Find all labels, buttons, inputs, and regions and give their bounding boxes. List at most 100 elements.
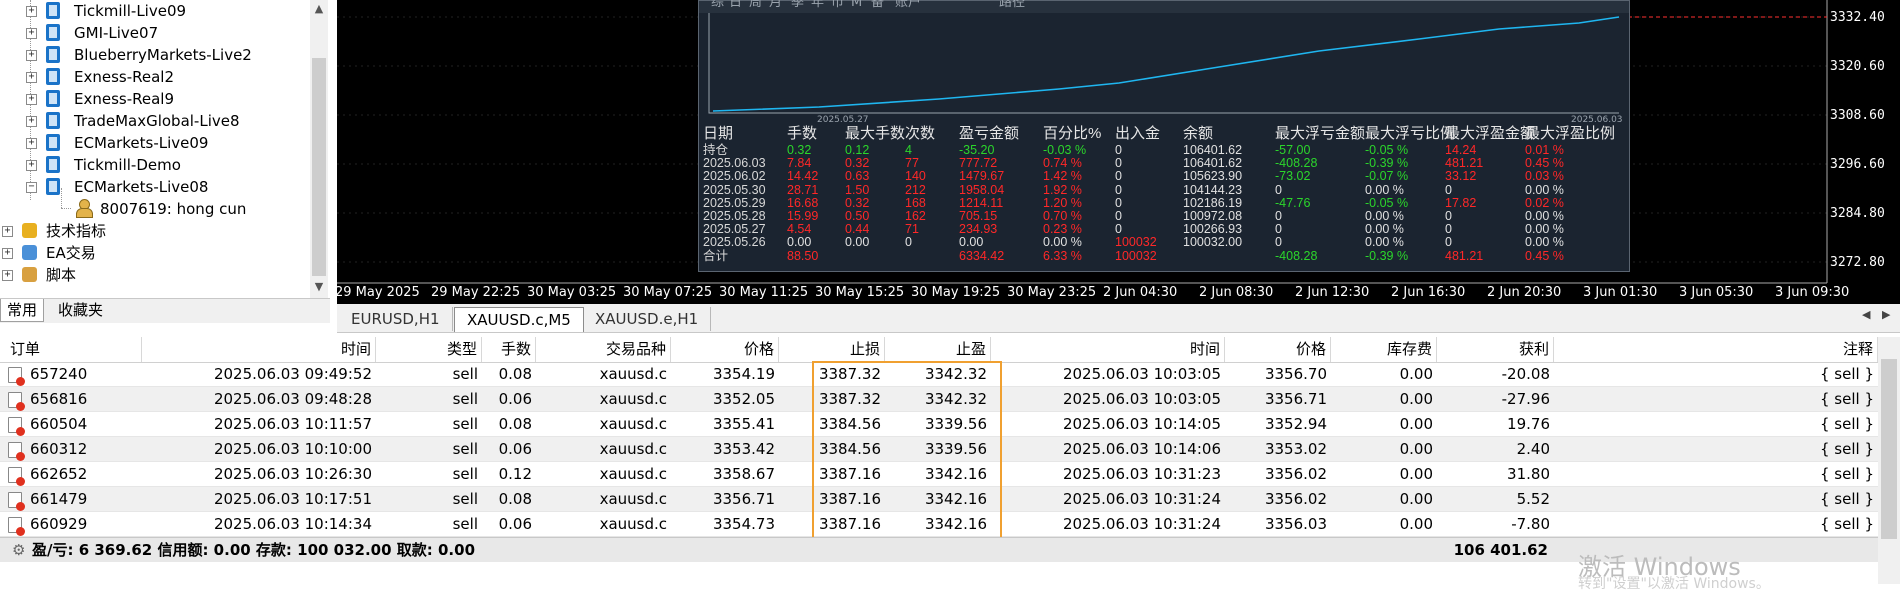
- account-node[interactable]: + Tickmill-Live09: [0, 0, 300, 22]
- expand-icon[interactable]: +: [26, 116, 37, 127]
- expand-icon[interactable]: +: [26, 160, 37, 171]
- report-tab[interactable]: 周: [749, 0, 762, 9]
- report-tab[interactable]: 季: [791, 0, 804, 9]
- report-cell: -408.28: [1275, 248, 1318, 263]
- time-tick: 3 Jun 09:30: [1775, 285, 1850, 300]
- report-cell: 104144.23: [1183, 182, 1243, 197]
- expand-icon[interactable]: +: [26, 50, 37, 61]
- report-header-cell: 次数: [905, 125, 936, 142]
- report-cell: 1.20 %: [1043, 195, 1082, 210]
- table-cell: 660312: [30, 440, 88, 458]
- collapse-icon[interactable]: −: [26, 182, 37, 193]
- login-label: 8007619: hong cun: [100, 200, 247, 218]
- section-node[interactable]: + 技术指标: [0, 220, 300, 242]
- report-tab[interactable]: 年: [811, 0, 824, 9]
- table-row[interactable]: 660504 2025.06.03 10:11:57 sell 0.08 xauusd.…: [0, 412, 1878, 437]
- column-header[interactable]: 价格: [671, 337, 779, 362]
- account-label: Exness-Real2: [74, 68, 175, 86]
- column-header[interactable]: 时间: [142, 337, 376, 362]
- report-cell: 0: [1275, 182, 1282, 197]
- column-header[interactable]: 止盈: [885, 337, 991, 362]
- tab-favorites[interactable]: 收藏夹: [52, 299, 109, 321]
- column-header[interactable]: 订单: [0, 337, 142, 362]
- tab-right-icon[interactable]: ▶: [1882, 308, 1890, 321]
- account-node[interactable]: + BlueberryMarkets-Live2: [0, 44, 300, 66]
- column-header[interactable]: 手数: [482, 337, 536, 362]
- report-tab[interactable]: 备: [871, 0, 884, 9]
- report-cell: 0.00 %: [1525, 222, 1564, 237]
- expand-icon[interactable]: +: [2, 226, 13, 237]
- column-header[interactable]: 获利: [1437, 337, 1554, 362]
- section-node[interactable]: + 脚本: [0, 264, 300, 286]
- login-node[interactable]: 8007619: hong cun: [0, 198, 300, 220]
- report-cell: 106401.62: [1183, 156, 1243, 171]
- report-cell: 0.00: [959, 235, 984, 250]
- report-tab[interactable]: 日: [729, 0, 742, 9]
- account-node[interactable]: − ECMarkets-Live08: [0, 176, 300, 198]
- account-node[interactable]: + GMI-Live07: [0, 22, 300, 44]
- account-node[interactable]: + TradeMaxGlobal-Live8: [0, 110, 300, 132]
- table-cell: 3342.32: [924, 390, 987, 408]
- table-cell: 3356.71: [712, 490, 775, 508]
- report-tab[interactable]: 路径: [999, 0, 1025, 9]
- table-cell: sell: [452, 390, 478, 408]
- column-header[interactable]: 库存费: [1331, 337, 1437, 362]
- chart-tab-eurusd[interactable]: EURUSD,H1: [339, 307, 453, 331]
- expand-icon[interactable]: +: [2, 248, 13, 259]
- expand-icon[interactable]: +: [26, 72, 37, 83]
- table-row[interactable]: 660929 2025.06.03 10:14:34 sell 0.06 xauusd.…: [0, 512, 1878, 537]
- report-tab[interactable]: M: [851, 0, 862, 9]
- report-cell: 28.71: [787, 182, 819, 197]
- price-chart[interactable]: 3332.40 3320.60 3308.60 3296.60 3284.80 3272.…: [337, 0, 1900, 304]
- column-header[interactable]: 价格: [1225, 337, 1331, 362]
- table-row[interactable]: 660312 2025.06.03 10:10:00 sell 0.06 xauusd.…: [0, 437, 1878, 462]
- report-cell: 0.00 %: [1525, 182, 1564, 197]
- table-row[interactable]: 656816 2025.06.03 09:48:28 sell 0.06 xauusd.…: [0, 387, 1878, 412]
- report-cell: 1214.11: [959, 195, 1004, 210]
- section-node[interactable]: + EA交易: [0, 242, 300, 264]
- table-row[interactable]: 662652 2025.06.03 10:26:30 sell 0.12 xauusd.…: [0, 462, 1878, 487]
- time-tick: 30 May 11:25: [719, 285, 809, 300]
- price-tick: 3320.60: [1830, 59, 1885, 74]
- scroll-down-icon[interactable]: ▼: [310, 278, 328, 296]
- column-header[interactable]: 交易品种: [536, 337, 671, 362]
- chart-tab-xauusd-c[interactable]: XAUUSD.c,M5: [454, 307, 584, 332]
- table-scrollbar[interactable]: [1878, 337, 1900, 584]
- report-tab[interactable]: 币: [831, 0, 844, 9]
- expand-icon[interactable]: +: [2, 270, 13, 281]
- report-cell: 0.00: [787, 235, 812, 250]
- expand-icon[interactable]: +: [26, 94, 37, 105]
- column-header[interactable]: 类型: [376, 337, 482, 362]
- expand-icon[interactable]: +: [26, 28, 37, 39]
- column-header[interactable]: 止损: [779, 337, 885, 362]
- account-node[interactable]: + ECMarkets-Live09: [0, 132, 300, 154]
- report-tab[interactable]: 账户: [895, 0, 921, 9]
- report-cell: 0: [1115, 156, 1122, 171]
- table-cell: { sell }: [1819, 440, 1874, 458]
- expand-icon[interactable]: +: [26, 138, 37, 149]
- table-row[interactable]: 657240 2025.06.03 09:49:52 sell 0.08 xauusd.…: [0, 362, 1878, 387]
- table-cell: 3339.56: [924, 415, 987, 433]
- report-tab[interactable]: 月: [769, 0, 782, 9]
- tab-left-icon[interactable]: ◀: [1862, 308, 1870, 321]
- account-node[interactable]: + Exness-Real2: [0, 66, 300, 88]
- column-header[interactable]: 时间: [991, 337, 1225, 362]
- table-row[interactable]: 661479 2025.06.03 10:17:51 sell 0.08 xauusd.…: [0, 487, 1878, 512]
- table-cell: 657240: [30, 365, 88, 383]
- scroll-up-icon[interactable]: ▲: [310, 0, 328, 18]
- scrollbar-thumb[interactable]: [1881, 359, 1897, 539]
- expand-icon[interactable]: +: [26, 6, 37, 17]
- tab-common[interactable]: 常用: [0, 299, 45, 322]
- scrollbar-thumb[interactable]: [312, 58, 326, 276]
- navigator-scrollbar[interactable]: ▲ ▼: [310, 0, 328, 298]
- report-tab[interactable]: 综: [711, 0, 724, 9]
- chart-tab-xauusd-e[interactable]: XAUUSD.e,H1: [583, 307, 712, 331]
- report-cell: 0.03 %: [1525, 169, 1564, 184]
- column-header[interactable]: 注释: [1554, 337, 1878, 362]
- report-cell: 2025.06.03: [703, 156, 766, 171]
- report-cell: 0: [1115, 169, 1122, 184]
- report-cell: 0.23 %: [1043, 222, 1082, 237]
- account-node[interactable]: + Tickmill-Demo: [0, 154, 300, 176]
- account-node[interactable]: + Exness-Real9: [0, 88, 300, 110]
- report-cell: 0: [1115, 195, 1122, 210]
